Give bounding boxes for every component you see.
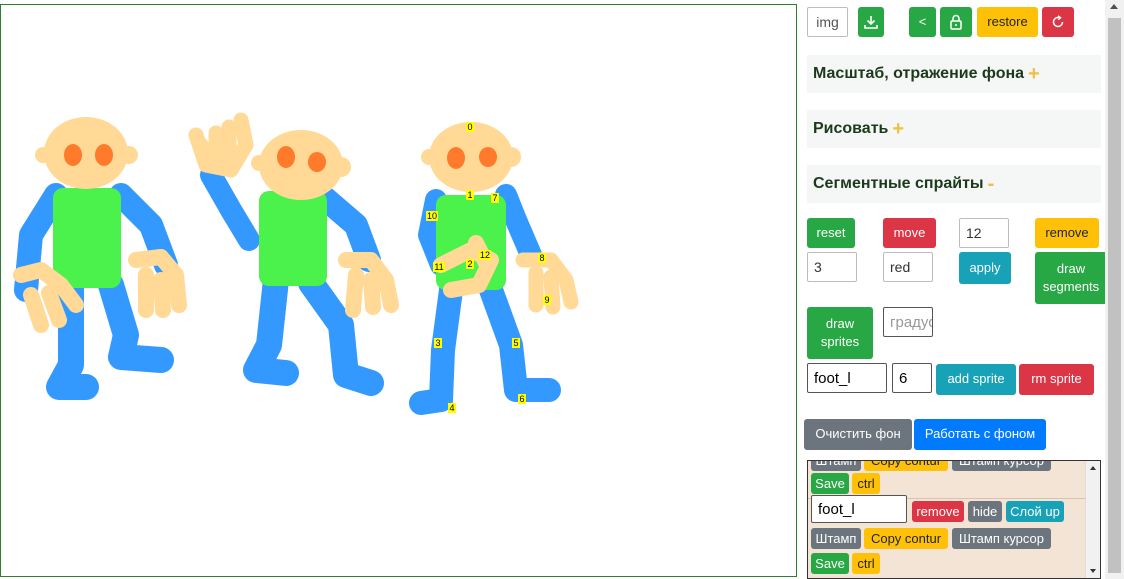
section-segments-title: Сегментные спрайты: [813, 175, 984, 192]
segment-label: 12: [480, 250, 490, 260]
segment-label: 2: [467, 259, 472, 269]
back-button[interactable]: <: [909, 7, 936, 37]
segment-label: 8: [539, 253, 544, 263]
segment-label: 5: [513, 338, 518, 348]
sprite-name-input[interactable]: foot_l: [807, 363, 887, 393]
segment-count-input[interactable]: 12: [959, 218, 1009, 248]
section-draw-title: Рисовать: [813, 120, 889, 137]
reset-button[interactable]: reset: [807, 218, 855, 248]
add-sprite-button[interactable]: add sprite: [936, 364, 1016, 395]
refresh-icon: [1052, 15, 1064, 28]
download-button[interactable]: [858, 7, 884, 37]
clear-background-button[interactable]: Очистить фон: [804, 419, 912, 450]
section-segments-header[interactable]: Сегментные спрайты -: [807, 165, 1101, 203]
section-draw-toggle-icon: +: [892, 117, 905, 140]
segment-label: 0: [467, 122, 472, 132]
save-button[interactable]: Save: [811, 553, 849, 574]
move-button[interactable]: move: [883, 218, 936, 248]
restore-button[interactable]: restore: [977, 7, 1038, 37]
stamp-button[interactable]: Штамп: [811, 461, 861, 471]
download-icon: [864, 16, 878, 29]
img-button[interactable]: img: [807, 7, 848, 37]
segment-label: 11: [434, 262, 443, 272]
lock-icon: [950, 14, 962, 30]
stamp-cursor-button[interactable]: Штамп курсор: [952, 528, 1051, 549]
section-scale-toggle-icon: +: [1028, 62, 1040, 85]
canvas-drawing[interactable]: 0123456789101112: [1, 5, 798, 578]
work-with-background-button[interactable]: Работать с фоном: [914, 419, 1046, 450]
stamp-button[interactable]: Штамп: [811, 528, 861, 549]
segment-label: 6: [519, 394, 524, 404]
layer-up-button[interactable]: Слой up: [1006, 501, 1064, 522]
save-button[interactable]: Save: [811, 473, 849, 494]
lock-button[interactable]: [940, 7, 972, 37]
line-width-input[interactable]: 3: [807, 252, 857, 282]
section-scale-header[interactable]: Масштаб, отражение фона +: [807, 55, 1101, 93]
scrollbar-thumb[interactable]: [1108, 18, 1121, 573]
section-draw-header[interactable]: Рисовать +: [807, 110, 1101, 148]
stamp-cursor-button[interactable]: Штамп курсор: [952, 461, 1051, 471]
copy-contur-button[interactable]: Copy contur: [864, 528, 948, 549]
drawing-canvas[interactable]: 0 1 2 3 4 5 6 7 8 9 10 11 12: [0, 4, 797, 577]
section-segments-toggle-icon: -: [987, 172, 995, 195]
segment-label: 9: [544, 295, 549, 305]
draw-segments-button[interactable]: draw segments: [1035, 252, 1105, 304]
layer-remove-button[interactable]: remove: [912, 501, 964, 522]
layer-hide-button[interactable]: hide: [968, 501, 1002, 522]
degree-input[interactable]: градус: [883, 307, 933, 337]
page-scrollbar[interactable]: [1105, 0, 1124, 579]
scroll-up-arrow-icon[interactable]: [1110, 4, 1118, 9]
layer-name-input[interactable]: foot_l: [811, 495, 907, 523]
copy-contur-button[interactable]: Copy contur: [864, 461, 948, 471]
sprite-index-input[interactable]: 6: [892, 363, 932, 393]
scroll-up-icon[interactable]: [1090, 466, 1096, 470]
remove-segment-button[interactable]: remove: [1035, 218, 1099, 248]
segment-label: 1: [467, 190, 472, 200]
layers-list[interactable]: Штамп Copy contur Штамп курсор Save ctrl…: [807, 460, 1101, 579]
figure-1: [13, 117, 187, 400]
control-panel: img < restore Масштаб, отражение фона + …: [803, 0, 1105, 579]
section-scale-title: Масштаб, отражение фона: [813, 65, 1025, 82]
layers-scrollbar[interactable]: [1085, 461, 1100, 578]
figure-2: [188, 112, 399, 396]
ctrl-button[interactable]: ctrl: [852, 473, 880, 494]
ctrl-button[interactable]: ctrl: [852, 553, 880, 574]
apply-button[interactable]: apply: [959, 252, 1011, 284]
color-input[interactable]: red: [883, 252, 933, 282]
segment-label: 10: [427, 211, 437, 221]
segment-label: 3: [435, 338, 440, 348]
segment-label: 4: [449, 403, 454, 413]
scroll-down-icon[interactable]: [1090, 569, 1096, 573]
draw-sprites-button[interactable]: draw sprites: [807, 307, 873, 359]
segment-label: 7: [492, 193, 497, 203]
refresh-button[interactable]: [1042, 7, 1074, 37]
rm-sprite-button[interactable]: rm sprite: [1019, 364, 1094, 395]
